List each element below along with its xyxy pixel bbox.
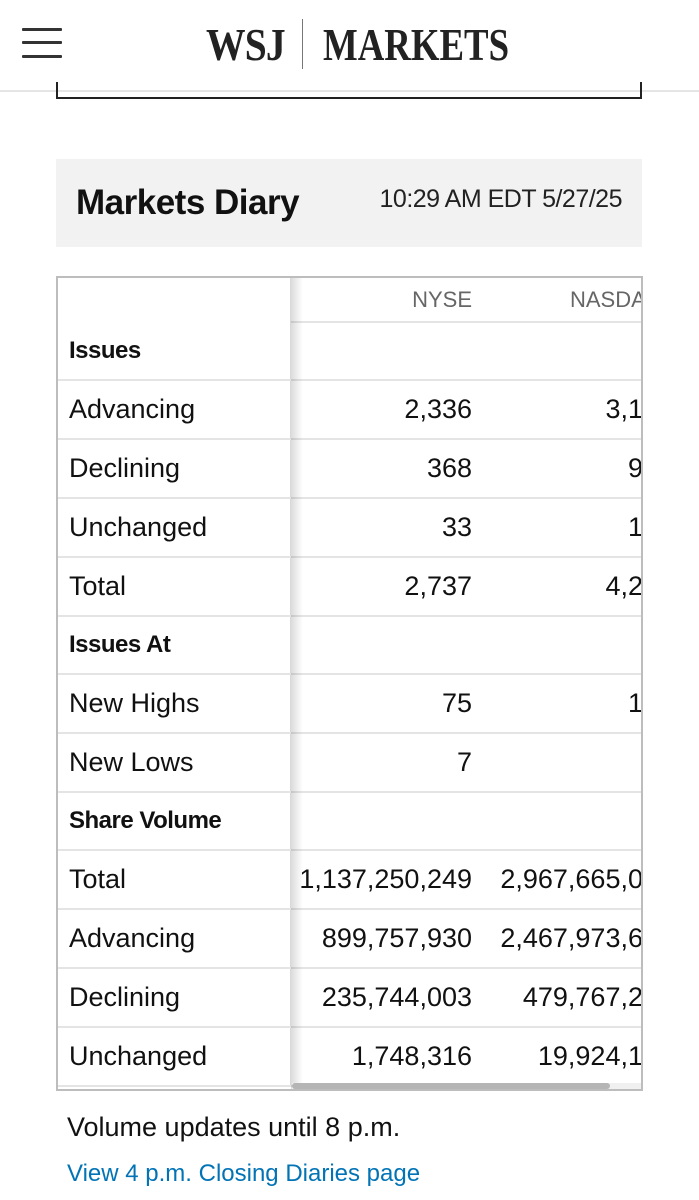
row-label: Total <box>58 558 291 615</box>
row-label: Unchanged <box>58 1028 291 1085</box>
nasdaq-value: 479,767,27 <box>522 982 643 1012</box>
nyse-value <box>292 323 472 379</box>
table-row: Unchanged 33 10 <box>58 499 641 558</box>
row-label: Total <box>58 851 291 908</box>
nyse-value: 7 <box>456 747 472 777</box>
table-header-row: NYSE NASDA <box>58 278 641 323</box>
nasdaq-value <box>478 793 641 849</box>
row-label: New Lows <box>58 734 291 791</box>
nasdaq-value: 12 <box>627 688 643 718</box>
column-header-nyse: NYSE <box>412 286 472 312</box>
header-blank-cell <box>58 278 291 323</box>
nasdaq-value <box>478 323 641 379</box>
volume-update-note: Volume updates until 8 p.m. <box>67 1112 401 1142</box>
row-label: Unchanged <box>58 499 291 556</box>
nasdaq-value: 97 <box>627 453 643 483</box>
table-row: Total 1,137,250,249 2,967,665,04 <box>58 851 641 910</box>
nyse-value: 75 <box>441 688 472 718</box>
row-label: Declining <box>58 969 291 1026</box>
nyse-value: 368 <box>426 453 472 483</box>
nasdaq-value: 2,967,665,04 <box>500 864 643 894</box>
row-label: Advancing <box>58 381 291 438</box>
nyse-value <box>292 793 472 849</box>
nasdaq-value <box>478 617 641 673</box>
nyse-value: 235,744,003 <box>321 982 472 1012</box>
markets-diary-header: Markets Diary 10:29 AM EDT 5/27/25 <box>56 159 642 247</box>
nyse-value: 33 <box>441 512 472 542</box>
previous-module-edge <box>56 82 642 99</box>
section-label: Issues At <box>58 617 291 673</box>
table-row: Advancing 899,757,930 2,467,973,62 <box>58 910 641 969</box>
top-header: WSJ MARKETS <box>0 0 699 92</box>
logo-markets: MARKETS <box>323 18 510 70</box>
hamburger-menu-icon[interactable] <box>22 26 64 60</box>
table-section-row: Share Volume <box>58 793 641 851</box>
diary-timestamp: 10:29 AM EDT 5/27/25 <box>379 185 623 213</box>
nasdaq-value: 4,21 <box>605 571 643 601</box>
table-section-row: Issues <box>58 323 641 381</box>
table-row: Total 2,737 4,21 <box>58 558 641 617</box>
wsj-markets-logo[interactable]: WSJ MARKETS <box>206 14 556 74</box>
nyse-value: 1,748,316 <box>351 1041 472 1071</box>
row-label: Declining <box>58 440 291 497</box>
nyse-value: 2,336 <box>404 394 472 424</box>
logo-divider <box>302 19 303 69</box>
row-label: New Highs <box>58 675 291 732</box>
logo-wsj: WSJ <box>206 18 286 70</box>
nasdaq-value: 19,924,14 <box>537 1041 643 1071</box>
nasdaq-value: 3 <box>478 734 641 791</box>
nasdaq-value: 2,467,973,62 <box>500 923 643 953</box>
section-label: Issues <box>58 323 291 379</box>
nasdaq-value: 3,13 <box>605 394 643 424</box>
markets-diary-table[interactable]: NYSE NASDA IssuesAdvancing2,3363,13Decli… <box>56 276 643 1091</box>
nyse-value: 1,137,250,249 <box>299 864 472 894</box>
table-row: New Highs 75 12 <box>58 675 641 734</box>
nyse-value: 2,737 <box>404 571 472 601</box>
table-row: Declining 235,744,003 479,767,27 <box>58 969 641 1028</box>
row-label: Advancing <box>58 910 291 967</box>
nyse-value <box>292 617 472 673</box>
section-label: Share Volume <box>58 793 291 849</box>
table-row: Unchanged 1,748,316 19,924,14 <box>58 1028 641 1087</box>
horizontal-scrollbar[interactable] <box>292 1083 641 1089</box>
table-row: Declining 368 97 <box>58 440 641 499</box>
table-row: Advancing 2,336 3,13 <box>58 381 641 440</box>
table-row: New Lows 73 <box>58 734 641 793</box>
scrollbar-thumb[interactable] <box>292 1083 610 1089</box>
closing-diaries-link[interactable]: View 4 p.m. Closing Diaries page <box>67 1160 420 1188</box>
nasdaq-value: 10 <box>627 512 643 542</box>
column-header-nasdaq: NASDA <box>570 286 643 312</box>
nyse-value: 899,757,930 <box>321 923 472 953</box>
diary-title: Markets Diary <box>76 183 300 222</box>
table-section-row: Issues At <box>58 617 641 675</box>
